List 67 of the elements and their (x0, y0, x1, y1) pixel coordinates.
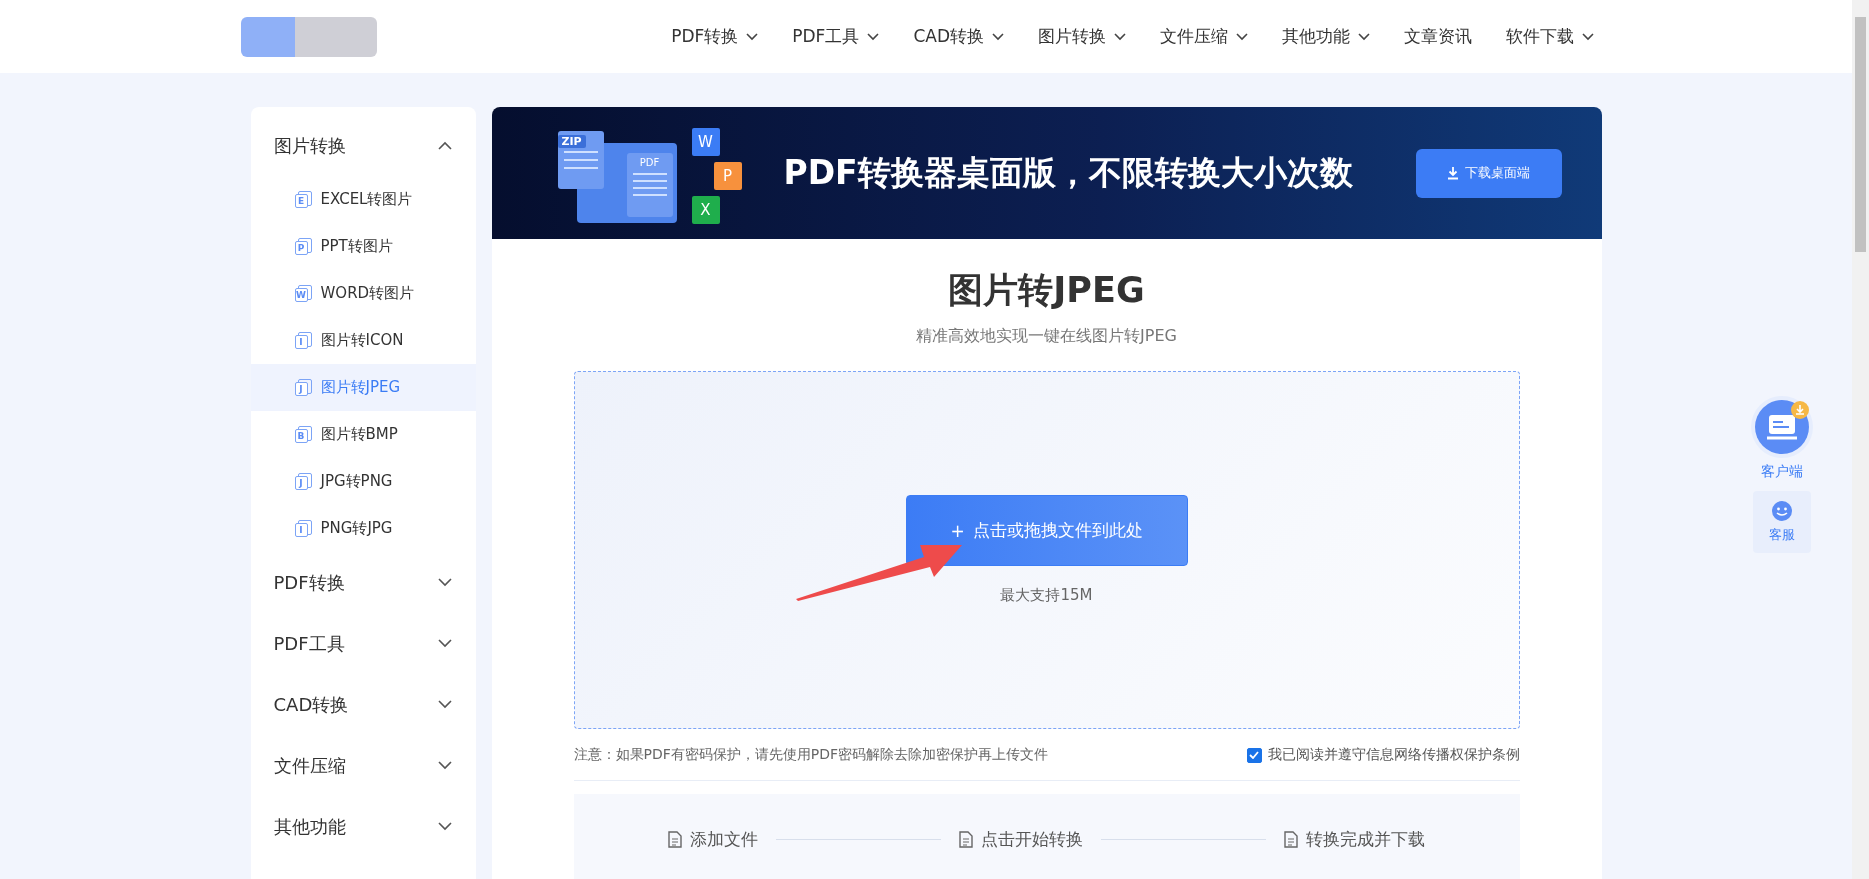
sidebar-item[interactable]: J JPG转PNG (250, 458, 476, 505)
sidebar-item[interactable]: P PPT转图片 (250, 223, 476, 270)
document-icon: I (294, 332, 311, 349)
page-subtitle: 精准高效地实现一键在线图片转JPEG (915, 326, 1178, 347)
chevron-down-icon (437, 639, 452, 648)
upload-button[interactable]: + 点击或拖拽文件到此处 (905, 495, 1188, 566)
sidebar-group[interactable]: 文件压缩 (250, 735, 476, 796)
document-icon: J (294, 379, 311, 396)
document-icon: I (294, 520, 311, 537)
nav-link[interactable]: 其他功能 (1265, 25, 1387, 48)
nav-link[interactable]: CAD转换 (896, 25, 1021, 48)
chevron-down-icon (746, 32, 759, 41)
sidebar-item[interactable]: B 图片转BMP (250, 411, 476, 458)
sidebar-group[interactable]: 其他功能 (250, 796, 476, 857)
chevron-up-icon (437, 141, 452, 150)
sidebar-item[interactable]: W WORD转图片 (250, 270, 476, 317)
sidebar-item[interactable]: I 图片转ICON (250, 317, 476, 364)
customer-service-button[interactable]: 客服 (1753, 491, 1811, 553)
sidebar-item[interactable]: J 图片转JPEG (250, 364, 476, 411)
page-title: 图片转JPEG (947, 269, 1146, 312)
document-icon (1284, 830, 1298, 848)
document-icon (668, 830, 682, 848)
nav-link[interactable]: 文章资讯 (1387, 25, 1489, 48)
chevron-down-icon (992, 32, 1004, 41)
document-icon: B (294, 426, 311, 443)
chevron-down-icon (1358, 32, 1370, 41)
chevron-down-icon (437, 822, 452, 831)
download-button[interactable]: 下载桌面端 (1415, 148, 1562, 198)
download-icon (1447, 166, 1459, 180)
step-label: 转换完成并下载 (1306, 827, 1425, 851)
logo-placeholder[interactable] (241, 16, 377, 57)
nav-link[interactable]: 软件下载 (1489, 25, 1611, 48)
agreement-label: 我已阅读并遵守信息网络传播权保护条例 (1267, 746, 1520, 764)
chevron-down-icon (437, 700, 452, 709)
agreement-checkbox[interactable] (1246, 747, 1262, 763)
client-download-icon[interactable] (1750, 395, 1814, 459)
smiley-icon (1771, 500, 1793, 522)
size-limit-text: 最大支持15M (1000, 586, 1093, 605)
file-conversion-drawing: ZIP PDF W P X (541, 113, 754, 233)
sidebar-group[interactable]: 图片转换 (250, 115, 476, 176)
nav-link[interactable]: 文件压缩 (1143, 25, 1265, 48)
sidebar-item[interactable]: I PNG转JPG (250, 505, 476, 552)
scrollbar[interactable] (1852, 0, 1869, 879)
document-icon: P (294, 238, 311, 255)
sidebar-group[interactable]: CAD转换 (250, 674, 476, 735)
chevron-down-icon (437, 761, 452, 770)
chevron-down-icon (867, 32, 880, 41)
client-label[interactable]: 客户端 (1761, 463, 1803, 481)
nav-link[interactable]: PDF转换 (654, 25, 776, 48)
banner-title: PDF转换器桌面版，不限转换大小次数 (783, 151, 1353, 194)
step-label: 添加文件 (690, 827, 758, 851)
sidebar-item[interactable]: E EXCEL转图片 (250, 176, 476, 223)
chevron-down-icon (1114, 32, 1126, 41)
document-icon: J (294, 473, 311, 490)
notice-text: 注意：如果PDF有密码保护，请先使用PDF密码解除去除加密保护再上传文件 (573, 746, 1049, 764)
sidebar-group[interactable]: PDF转换 (250, 552, 476, 613)
chevron-down-icon (1582, 32, 1594, 41)
chevron-down-icon (1236, 32, 1248, 41)
document-icon: E (294, 191, 311, 208)
document-icon (959, 830, 973, 848)
step-label: 点击开始转换 (981, 827, 1083, 851)
chevron-down-icon (437, 578, 452, 587)
drop-zone[interactable]: + 点击或拖拽文件到此处 最大支持15M (573, 371, 1520, 729)
document-icon: W (294, 285, 311, 302)
sidebar-group[interactable]: PDF工具 (250, 613, 476, 674)
nav-link[interactable]: 图片转换 (1021, 25, 1143, 48)
nav-link[interactable]: PDF工具 (775, 25, 897, 48)
